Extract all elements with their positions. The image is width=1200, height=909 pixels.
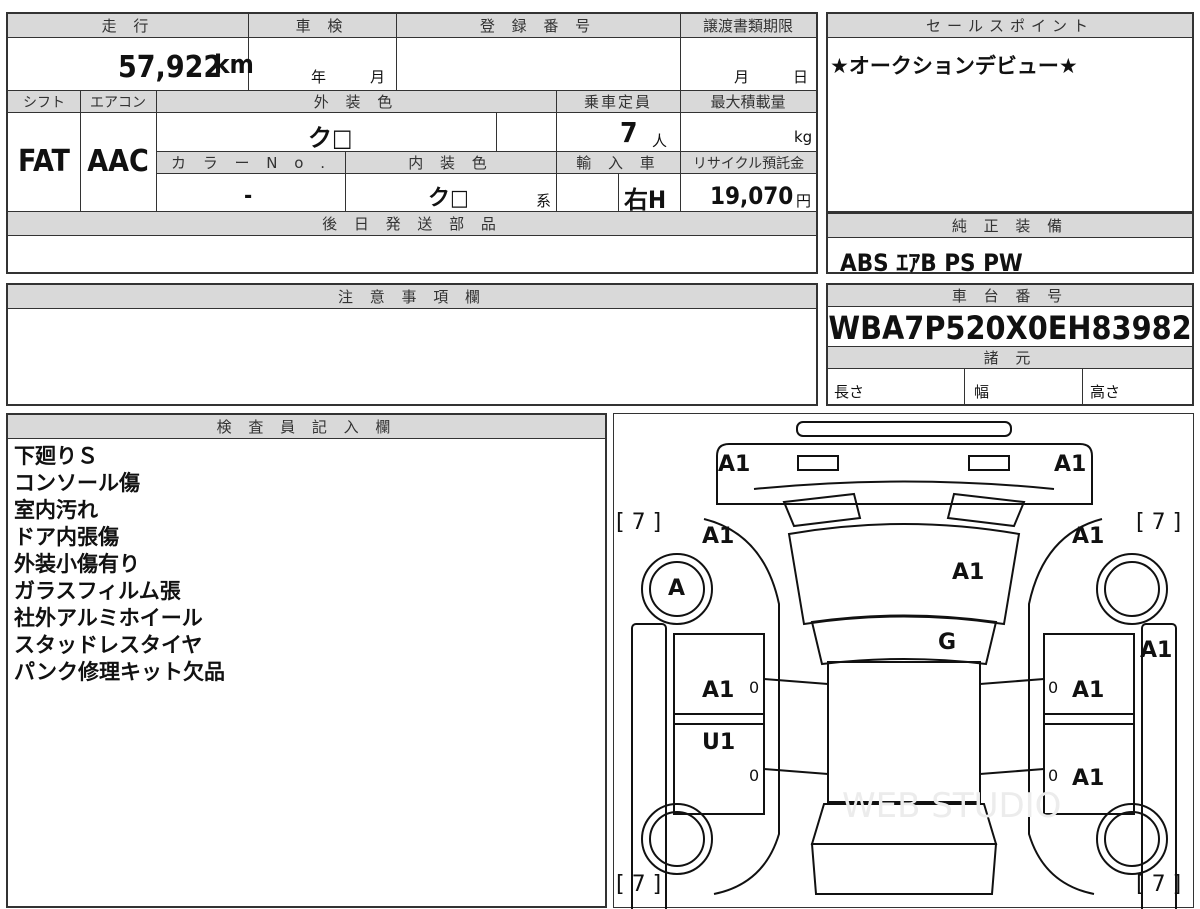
mileage-unit: km (214, 50, 254, 80)
car-outline (631, 421, 1177, 909)
inspector-line: スタッドレスタイヤ (14, 633, 203, 657)
car-damage-diagram: WEB STUDIO A1 A1 A1 A1 A1 G A A1 A1 A1 U… (613, 413, 1194, 909)
inspection-label: 車 検 (248, 14, 396, 38)
transfer-deadline-label: 譲渡書類期限 (680, 14, 816, 38)
exterior-color-value: ク□ (308, 124, 353, 152)
factory-equipment-label: 純 正 装 備 (828, 214, 1192, 238)
transfer-month-unit: 月 (734, 68, 750, 86)
shift-label: シフト (8, 91, 80, 113)
length-label: 長さ (834, 383, 865, 401)
inspection-year-unit: 年 (311, 68, 327, 86)
interior-color-label: 内 装 色 (345, 152, 556, 174)
inspector-line: ガラスフィルム張 (14, 579, 181, 603)
selling-points-text: ★オークションデビュー★ (830, 54, 1078, 78)
inspection-month-unit: 月 (370, 68, 386, 86)
code-windshield: G (938, 630, 957, 655)
factory-equipment-box: 純 正 装 備 ABS ｴｱB PS PW (826, 212, 1194, 277)
code-left-fender: A1 (702, 524, 735, 549)
ac-value: AAC (87, 144, 149, 179)
recycle-label: リサイクル預託金 (681, 152, 816, 174)
code-right-side: A1 (1140, 638, 1173, 663)
zero-mark: 0 (749, 766, 760, 785)
tire-depth-front-right: [ 7 ] (1136, 510, 1182, 535)
mileage-value: 57,922 (118, 50, 223, 85)
capacity-label: 乗車定員 (556, 91, 680, 113)
notes-box: 注 意 事 項 欄 (6, 283, 818, 406)
inspector-line: コンソール傷 (14, 471, 140, 495)
inspector-line: 室内汚れ (14, 498, 98, 522)
inspector-line: 社外アルミホイール (14, 606, 203, 630)
specs-label: 諸 元 (828, 347, 1192, 369)
shift-value: FAT (18, 144, 70, 179)
code-front-left-door: A1 (702, 678, 735, 703)
code-front-left-wheel: A (668, 576, 686, 601)
color-no-value: - (244, 184, 253, 209)
code-rear-right-door: A1 (1072, 766, 1105, 791)
code-front-left-corner: A1 (718, 452, 751, 477)
inspector-line: パンク修理キット欠品 (14, 660, 226, 684)
zero-mark: 0 (1048, 766, 1059, 785)
inspector-box: 検 査 員 記 入 欄 下廻りＳ コンソール傷 室内汚れ ドア内張傷 外装小傷有… (6, 413, 607, 908)
width-label: 幅 (974, 383, 990, 401)
inspector-line: 下廻りＳ (14, 444, 98, 468)
mileage-label: 走 行 (8, 14, 248, 38)
interior-color-value: ク□ (428, 186, 469, 211)
code-front-right-corner: A1 (1054, 452, 1087, 477)
max-load-unit: kg (794, 128, 813, 146)
code-right-fender: A1 (1072, 524, 1105, 549)
zero-mark: 0 (749, 678, 760, 697)
notes-label: 注 意 事 項 欄 (8, 285, 816, 309)
import-value: 右H (624, 186, 667, 214)
inspector-lines: 下廻りＳ コンソール傷 室内汚れ ドア内張傷 外装小傷有り ガラスフィルム張 社… (14, 443, 225, 686)
max-load-label: 最大積載量 (680, 91, 816, 113)
tire-depth-rear-left: [ 7 ] (616, 872, 662, 897)
selling-points-box: セールスポイント ★オークションデビュー★ (826, 12, 1194, 213)
chassis-box: 車 台 番 号 WBA7P520X0EH83982 諸 元 長さ 幅 高さ (826, 283, 1194, 406)
capacity-value: 7 (620, 116, 638, 149)
watermark: WEB STUDIO (842, 786, 1062, 826)
chassis-label: 車 台 番 号 (828, 285, 1192, 307)
inspector-label: 検 査 員 記 入 欄 (8, 415, 605, 439)
chassis-number: WBA7P520X0EH83982 (828, 309, 1192, 347)
vehicle-info-table: 走 行 車 検 登 録 番 号 譲渡書類期限 57,922 km 年 月 月 日… (6, 12, 818, 274)
code-hood: A1 (952, 560, 985, 585)
tire-depth-front-left: [ 7 ] (616, 510, 662, 535)
interior-suffix: 系 (536, 192, 552, 210)
registration-label: 登 録 番 号 (396, 14, 680, 38)
later-parts-label: 後 日 発 送 部 品 (8, 212, 816, 236)
inspector-line: 外装小傷有り (14, 552, 140, 576)
recycle-unit: 円 (796, 192, 812, 210)
height-label: 高さ (1090, 383, 1121, 401)
ac-label: エアコン (80, 91, 156, 113)
factory-equipment-text: ABS ｴｱB PS PW (840, 249, 1023, 277)
inspector-line: ドア内張傷 (14, 525, 119, 549)
code-rear-left-door: U1 (702, 730, 736, 755)
transfer-day-unit: 日 (793, 68, 809, 86)
exterior-color-label: 外 装 色 (156, 91, 556, 113)
zero-mark: 0 (1048, 678, 1059, 697)
color-no-label: カ ラ ー N o . (157, 152, 345, 174)
tire-depth-rear-right: [ 7 ] (1136, 872, 1182, 897)
import-label: 輸 入 車 (557, 152, 680, 174)
code-front-right-door: A1 (1072, 678, 1105, 703)
capacity-unit: 人 (652, 132, 668, 150)
recycle-fee-value: 19,070 (710, 182, 794, 210)
selling-points-label: セールスポイント (828, 14, 1192, 38)
